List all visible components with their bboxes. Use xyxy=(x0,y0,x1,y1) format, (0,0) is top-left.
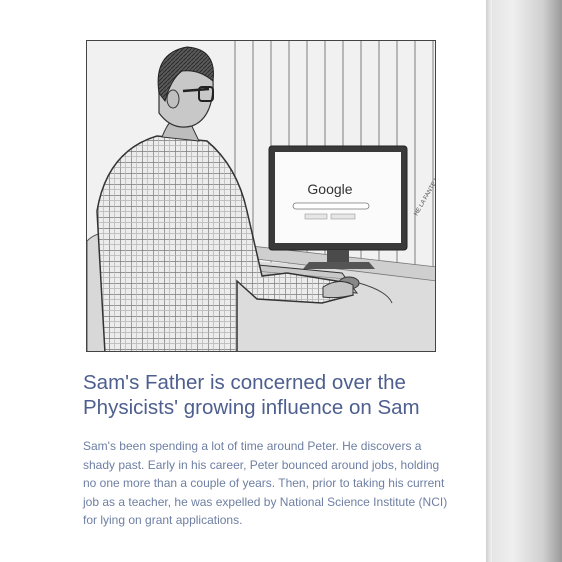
book-page: Google HE LA FANTE MACDO xyxy=(0,0,486,562)
google-logo: Google xyxy=(307,181,352,197)
page-curl-shadow xyxy=(486,0,562,562)
article-illustration: Google HE LA FANTE MACDO xyxy=(86,40,436,352)
page-fold xyxy=(486,0,492,562)
article-title: Sam's Father is concerned over the Physi… xyxy=(83,371,420,419)
man-at-computer-sketch: Google HE LA FANTE MACDO xyxy=(87,41,435,351)
article-body: Sam's been spending a lot of time around… xyxy=(83,439,448,527)
